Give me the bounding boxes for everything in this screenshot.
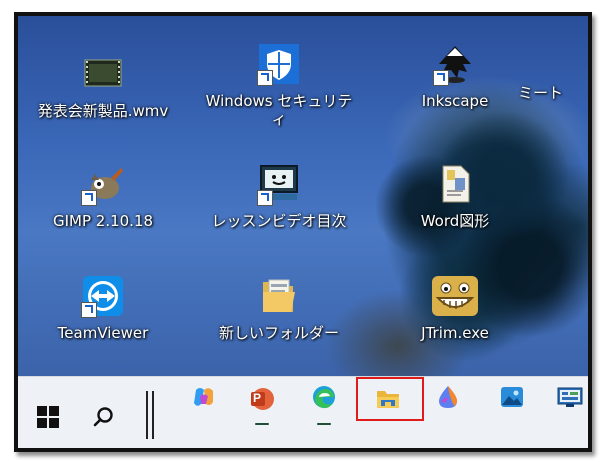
desktop-icon-label: ミート bbox=[518, 84, 564, 102]
desktop-icon-label: 発表会新製品.wmv bbox=[37, 102, 169, 120]
taskbar-photos-button[interactable] bbox=[494, 381, 530, 417]
desktop-icon-jtrim[interactable]: JTrim.exe bbox=[380, 274, 530, 342]
copilot-icon bbox=[191, 384, 217, 414]
desktop-icon-meet[interactable]: ミート bbox=[518, 78, 588, 102]
shortcut-arrow-icon bbox=[81, 190, 97, 206]
paint-drop-icon bbox=[435, 384, 461, 414]
file-explorer-highlight-box bbox=[356, 377, 424, 421]
desktop-icon-video[interactable]: 発表会新製品.wmv bbox=[28, 52, 178, 120]
running-indicator bbox=[317, 423, 331, 425]
taskbar-separator bbox=[152, 391, 154, 439]
desktop-icon-label: Inkscape bbox=[421, 92, 489, 110]
gimp-icon bbox=[81, 162, 125, 206]
shortcut-arrow-icon bbox=[257, 70, 273, 86]
taskbar-search-button[interactable] bbox=[86, 401, 122, 437]
taskbar-separator bbox=[146, 391, 148, 439]
desktop-icon-label: Windows セキュリテ bbox=[205, 92, 353, 110]
desktop-icon-new-folder[interactable]: 新しいフォルダー bbox=[204, 274, 354, 342]
desktop-icon-label: JTrim.exe bbox=[421, 324, 489, 342]
desktop-icon-label: TeamViewer bbox=[57, 324, 149, 342]
taskbar-copilot-button[interactable] bbox=[186, 381, 222, 417]
windows-start-icon bbox=[37, 406, 59, 432]
taskbar-control-panel-button[interactable] bbox=[552, 381, 588, 417]
taskbar-paint-button[interactable] bbox=[430, 381, 466, 417]
monitor-face-icon bbox=[257, 162, 301, 206]
desktop-icon-label-continued: ィ bbox=[271, 110, 287, 128]
desktop: 発表会新製品.wmv Windows セキュリテ ィ Inkscape ミート … bbox=[18, 16, 588, 376]
powerpoint-icon: P bbox=[249, 386, 275, 412]
photos-icon bbox=[500, 385, 524, 413]
inkscape-icon bbox=[433, 42, 477, 86]
folder-icon bbox=[257, 274, 301, 318]
taskbar-start-button[interactable] bbox=[30, 401, 66, 437]
desktop-icon-word-figure[interactable]: Word図形 bbox=[380, 162, 530, 230]
shortcut-arrow-icon bbox=[257, 190, 273, 206]
shortcut-arrow-icon bbox=[433, 70, 449, 86]
shortcut-arrow-icon bbox=[81, 302, 97, 318]
control-panel-icon bbox=[557, 386, 583, 412]
desktop-icon-label: GIMP 2.10.18 bbox=[52, 212, 154, 230]
edge-icon bbox=[311, 384, 337, 414]
desktop-icon-lesson-video[interactable]: レッスンビデオ目次 bbox=[204, 162, 354, 230]
desktop-icon-inkscape[interactable]: Inkscape bbox=[380, 42, 530, 110]
powerpoint-letter: P bbox=[253, 391, 262, 405]
document-file-icon bbox=[433, 162, 477, 206]
jtrim-face-icon bbox=[430, 274, 480, 318]
running-indicator bbox=[255, 423, 269, 425]
taskbar-edge-button[interactable] bbox=[306, 381, 342, 417]
desktop-icon-teamviewer[interactable]: TeamViewer bbox=[28, 274, 178, 342]
teamviewer-icon bbox=[81, 274, 125, 318]
search-icon bbox=[93, 406, 115, 432]
desktop-icon-label: 新しいフォルダー bbox=[218, 324, 339, 342]
desktop-icon-windows-security[interactable]: Windows セキュリテ ィ bbox=[204, 42, 354, 128]
video-file-icon bbox=[81, 52, 125, 96]
screenshot-frame: 発表会新製品.wmv Windows セキュリテ ィ Inkscape ミート … bbox=[14, 12, 592, 452]
windows-security-shield-icon bbox=[257, 42, 301, 86]
desktop-icon-label: レッスンビデオ目次 bbox=[211, 212, 347, 230]
taskbar-powerpoint-button[interactable]: P bbox=[244, 381, 280, 417]
desktop-icon-label: Word図形 bbox=[420, 212, 490, 230]
desktop-icon-gimp[interactable]: GIMP 2.10.18 bbox=[28, 162, 178, 230]
taskbar: P bbox=[18, 376, 588, 448]
